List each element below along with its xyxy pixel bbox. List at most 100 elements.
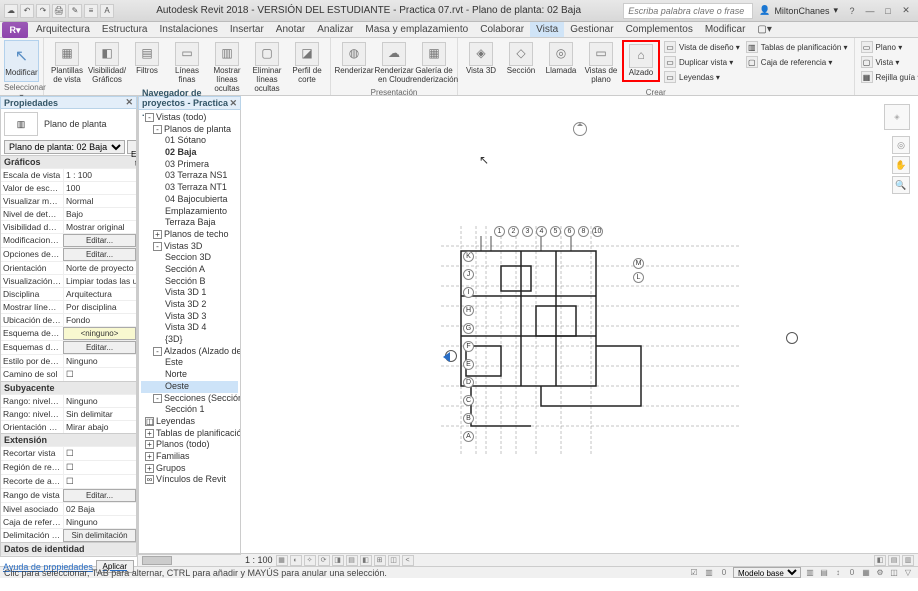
grid-bubble[interactable]: M <box>633 258 644 269</box>
ribbon-galer-a-de-renderizaci-n-button[interactable]: ▦Galería de renderización <box>415 40 453 87</box>
sb-icon-2[interactable]: ▥ <box>703 568 715 578</box>
ribbon-secci-n-button[interactable]: ◇Sección <box>502 40 540 78</box>
tree-item[interactable]: {3D} <box>141 334 238 346</box>
prop-category[interactable]: Subyacente <box>1 381 136 394</box>
tree-item[interactable]: -Vistas (todo) <box>141 112 238 124</box>
tree-item[interactable]: +Planos (todo) <box>141 439 238 451</box>
tab-masa[interactable]: Masa y emplazamiento <box>359 22 474 37</box>
property-value[interactable]: Ninguno <box>63 355 136 367</box>
property-value[interactable]: Por disciplina <box>63 301 136 313</box>
property-value[interactable]: <ninguno> <box>63 327 136 340</box>
pan-icon[interactable]: ✋ <box>892 156 910 174</box>
tab-gestionar[interactable]: Gestionar <box>564 22 619 37</box>
tree-toggle-icon[interactable]: - <box>153 125 162 134</box>
ribbon-vista-button[interactable]: ▢Vista ▾ <box>859 55 918 69</box>
tree-toggle-icon[interactable]: + <box>145 429 154 438</box>
tree-item[interactable]: Sección B <box>141 276 238 288</box>
viewctrl-icon-0[interactable]: ▦ <box>276 555 288 566</box>
ribbon-vista-3d-button[interactable]: ◈Vista 3D <box>462 40 500 78</box>
grid-bubble[interactable]: F <box>463 341 474 352</box>
tree-item[interactable]: Oeste <box>141 381 238 393</box>
status-icon-5[interactable]: ⚙ <box>874 568 886 578</box>
sb-icon-3[interactable]: 0 <box>718 568 730 578</box>
property-value[interactable]: Mostrar original <box>63 221 136 233</box>
property-value[interactable]: Mirar abajo <box>63 421 136 433</box>
tree-item[interactable]: Vista 3D 4 <box>141 322 238 334</box>
elevation-marker-east[interactable] <box>786 332 798 344</box>
tab-colaborar[interactable]: Colaborar <box>474 22 530 37</box>
ribbon-eliminar-l-neas-ocultas-button[interactable]: ▢Eliminar líneas ocultas <box>248 40 286 95</box>
ribbon-vista-de-dise-o-button[interactable]: ▭Vista de diseño ▾ <box>662 40 742 54</box>
property-value[interactable]: Sin delimitar <box>63 408 136 420</box>
grid-bubble[interactable]: 8 <box>578 226 589 237</box>
property-value[interactable]: Normal <box>63 195 136 207</box>
tree-toggle-icon[interactable]: - <box>145 113 154 122</box>
vc-right-3[interactable]: ▥ <box>902 555 914 566</box>
application-menu-button[interactable]: R▾ <box>2 22 28 38</box>
navwheel-icon[interactable]: ◎ <box>892 136 910 154</box>
tree-item[interactable]: Sección 1 <box>141 404 238 416</box>
property-value[interactable]: Editar... <box>63 341 136 354</box>
qat-undo-icon[interactable]: ↶ <box>20 4 34 18</box>
grid-bubble[interactable]: K <box>463 251 474 262</box>
status-icon-4[interactable]: ▦ <box>860 568 872 578</box>
grid-bubble[interactable]: H <box>463 305 474 316</box>
tab-instalaciones[interactable]: Instalaciones <box>154 22 224 37</box>
property-value[interactable]: Ninguno <box>63 516 136 528</box>
tree-item[interactable]: Vista 3D 1 <box>141 287 238 299</box>
ribbon-plano-button[interactable]: ▭Plano ▾ <box>859 40 918 54</box>
qat-menu-icon[interactable]: ≡ <box>84 4 98 18</box>
tab-modificar[interactable]: Modificar <box>699 22 752 37</box>
tree-toggle-icon[interactable]: ◫ <box>145 417 154 426</box>
tree-item[interactable]: 03 Terraza NT1 <box>141 182 238 194</box>
tree-item[interactable]: 01 Sótano <box>141 135 238 147</box>
modify-button[interactable]: ↖ Modificar <box>4 40 39 82</box>
status-icon-7[interactable]: ▽ <box>902 568 914 578</box>
property-value[interactable]: ☐ <box>63 368 136 381</box>
ribbon-l-neas-finas-button[interactable]: ▭Líneas finas <box>168 40 206 87</box>
property-value[interactable]: Ninguno <box>63 395 136 407</box>
ribbon-plantillas-de-vista-button[interactable]: ▦Plantillas de vista <box>48 40 86 87</box>
zoom-icon[interactable]: 🔍 <box>892 176 910 194</box>
grid-bubble[interactable]: B <box>463 413 474 424</box>
status-icon-1[interactable]: ▤ <box>818 568 830 578</box>
tree-item[interactable]: -Secciones (Sección de edificio <box>141 393 238 405</box>
viewctrl-icon-5[interactable]: ▤ <box>346 555 358 566</box>
ribbon-visibilidad-gr-ficos-button[interactable]: ◧Visibilidad/ Gráficos <box>88 40 126 87</box>
prop-category[interactable]: Gráficos <box>1 155 136 168</box>
property-value[interactable]: ☐ <box>63 447 136 460</box>
tab-expand-icon[interactable]: ▢▾ <box>751 22 777 37</box>
tab-estructura[interactable]: Estructura <box>96 22 154 37</box>
minimize-button[interactable]: — <box>862 4 878 18</box>
ribbon-caja-de-referencia-button[interactable]: ▢Caja de referencia ▾ <box>744 55 850 69</box>
ribbon-renderizar-en-cloud-button[interactable]: ☁Renderizar en Cloud <box>375 40 413 87</box>
property-value[interactable]: ☐ <box>63 461 136 474</box>
tree-toggle-icon[interactable]: + <box>145 452 154 461</box>
grid-bubble[interactable]: C <box>463 395 474 406</box>
tree-toggle-icon[interactable]: ∞ <box>145 475 154 484</box>
property-value[interactable]: Bajo <box>63 208 136 220</box>
tree-item[interactable]: Emplazamiento <box>141 206 238 218</box>
property-value[interactable]: Arquitectura <box>63 288 136 300</box>
close-icon[interactable]: ✕ <box>229 98 237 109</box>
grid-bubble[interactable]: 5 <box>550 226 561 237</box>
tree-item[interactable]: Seccion 3D <box>141 252 238 264</box>
tree-item[interactable]: 02 Baja <box>141 147 238 159</box>
qat-redo-icon[interactable]: ↷ <box>36 4 50 18</box>
status-icon-2[interactable]: ↕ <box>832 568 844 578</box>
close-icon[interactable]: ✕ <box>125 97 133 108</box>
worksets-selector[interactable]: Modelo base <box>733 567 801 578</box>
property-value[interactable]: Limpiar todas las unio... <box>63 275 136 287</box>
tab-analizar[interactable]: Analizar <box>311 22 359 37</box>
qat-text-icon[interactable]: A <box>100 4 114 18</box>
viewctrl-icon-7[interactable]: ⊞ <box>374 555 386 566</box>
viewctrl-icon-6[interactable]: ◧ <box>360 555 372 566</box>
tree-item[interactable]: Terraza Baja <box>141 217 238 229</box>
ribbon-vistas-de-plano-button[interactable]: ▭Vistas de plano <box>582 40 620 87</box>
tree-item[interactable]: +Planos de techo <box>141 229 238 241</box>
tree-item[interactable]: Este <box>141 357 238 369</box>
tab-complementos[interactable]: Complementos <box>620 22 699 37</box>
grid-bubble[interactable]: I <box>463 287 474 298</box>
grid-bubble[interactable]: 6 <box>564 226 575 237</box>
grid-bubble[interactable]: E <box>463 359 474 370</box>
